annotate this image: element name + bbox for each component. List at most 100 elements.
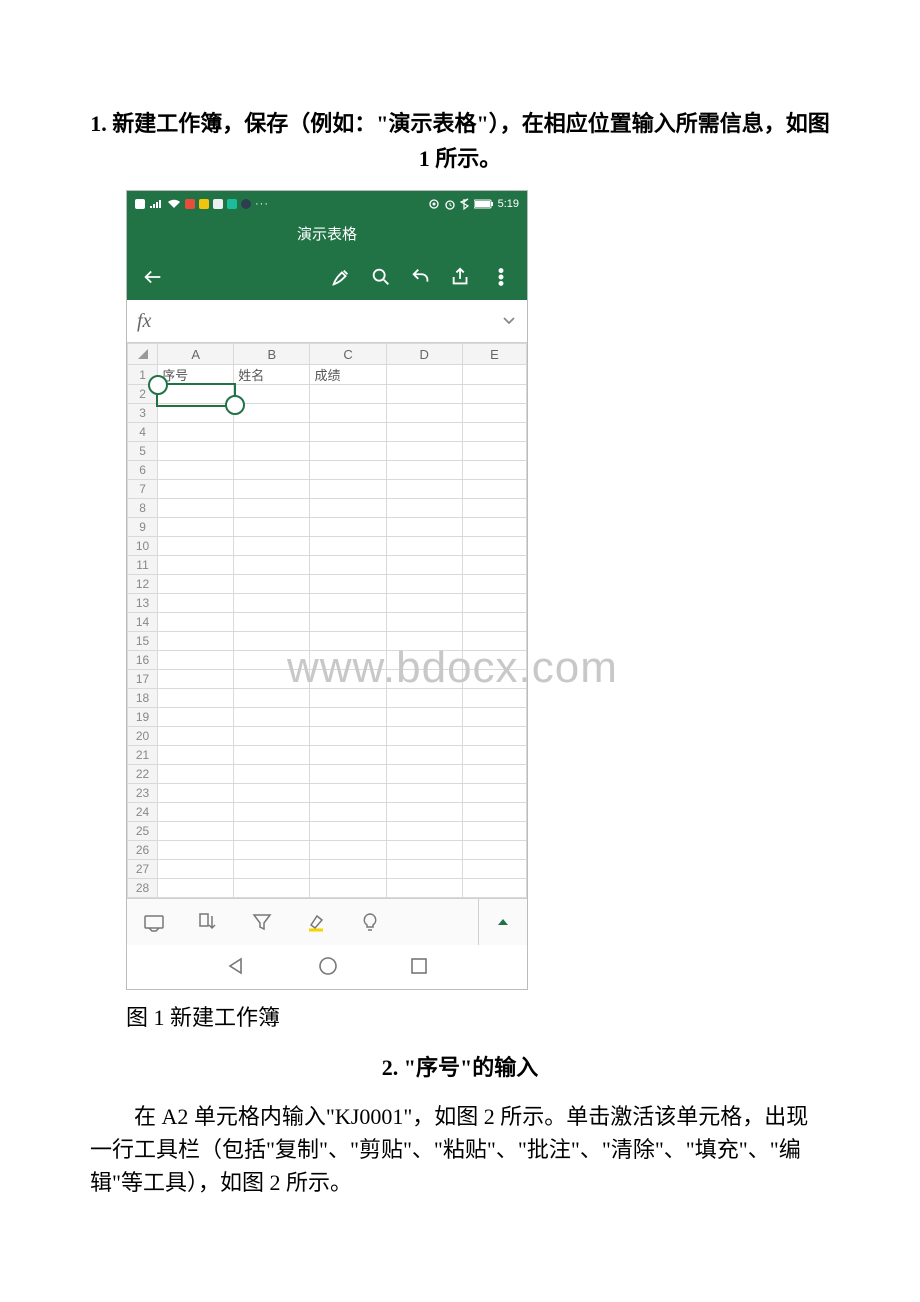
- cell[interactable]: [310, 442, 386, 461]
- cell[interactable]: [386, 822, 462, 841]
- cell[interactable]: [158, 689, 234, 708]
- cell[interactable]: [462, 841, 526, 860]
- cell[interactable]: [158, 841, 234, 860]
- row-header[interactable]: 28: [128, 879, 158, 898]
- cell[interactable]: [158, 651, 234, 670]
- cell[interactable]: [234, 404, 310, 423]
- col-header-E[interactable]: E: [462, 344, 526, 365]
- cell[interactable]: [386, 556, 462, 575]
- cell[interactable]: [310, 480, 386, 499]
- cell[interactable]: [158, 746, 234, 765]
- cell[interactable]: [234, 765, 310, 784]
- row-header[interactable]: 11: [128, 556, 158, 575]
- cell[interactable]: [234, 499, 310, 518]
- cell[interactable]: [310, 499, 386, 518]
- cell[interactable]: [386, 365, 462, 385]
- cell[interactable]: [158, 613, 234, 632]
- cell[interactable]: [310, 860, 386, 879]
- cell[interactable]: [234, 708, 310, 727]
- cell[interactable]: [386, 594, 462, 613]
- row-header[interactable]: 21: [128, 746, 158, 765]
- cell[interactable]: [310, 841, 386, 860]
- cell[interactable]: [234, 613, 310, 632]
- row-header[interactable]: 17: [128, 670, 158, 689]
- cell[interactable]: [462, 860, 526, 879]
- row-header[interactable]: 1: [128, 365, 158, 385]
- cell[interactable]: [234, 423, 310, 442]
- cell[interactable]: [310, 461, 386, 480]
- cell[interactable]: [310, 423, 386, 442]
- cell[interactable]: [158, 499, 234, 518]
- cell[interactable]: [234, 480, 310, 499]
- cell[interactable]: [310, 632, 386, 651]
- row-header[interactable]: 22: [128, 765, 158, 784]
- cell[interactable]: 成绩: [310, 365, 386, 385]
- nav-back[interactable]: [225, 955, 247, 980]
- cell[interactable]: [386, 689, 462, 708]
- cell[interactable]: [462, 442, 526, 461]
- row-header[interactable]: 27: [128, 860, 158, 879]
- cell[interactable]: [386, 404, 462, 423]
- cell[interactable]: [462, 556, 526, 575]
- cell[interactable]: [462, 499, 526, 518]
- spreadsheet-grid[interactable]: A B C D E 1序号姓名成绩23456789101112131415161…: [127, 343, 527, 898]
- cell[interactable]: [158, 765, 234, 784]
- cell[interactable]: [310, 879, 386, 898]
- row-header[interactable]: 12: [128, 575, 158, 594]
- cell[interactable]: [386, 385, 462, 404]
- cell[interactable]: [234, 803, 310, 822]
- cell[interactable]: [386, 632, 462, 651]
- cell[interactable]: [234, 784, 310, 803]
- row-header[interactable]: 18: [128, 689, 158, 708]
- cell[interactable]: [158, 860, 234, 879]
- cell[interactable]: [462, 575, 526, 594]
- cell[interactable]: [234, 841, 310, 860]
- nav-recent[interactable]: [409, 956, 429, 979]
- row-header[interactable]: 16: [128, 651, 158, 670]
- cell[interactable]: [158, 822, 234, 841]
- cell[interactable]: [158, 803, 234, 822]
- cell[interactable]: [462, 784, 526, 803]
- cell[interactable]: [310, 518, 386, 537]
- col-header-B[interactable]: B: [234, 344, 310, 365]
- cell[interactable]: [310, 746, 386, 765]
- cell[interactable]: [158, 670, 234, 689]
- cell[interactable]: [310, 537, 386, 556]
- cell[interactable]: [234, 518, 310, 537]
- row-header[interactable]: 7: [128, 480, 158, 499]
- cell[interactable]: [386, 765, 462, 784]
- cell[interactable]: [310, 594, 386, 613]
- cell[interactable]: [386, 708, 462, 727]
- nav-home[interactable]: [317, 955, 339, 980]
- row-header[interactable]: 14: [128, 613, 158, 632]
- row-header[interactable]: 3: [128, 404, 158, 423]
- cell[interactable]: [462, 879, 526, 898]
- cell[interactable]: [158, 784, 234, 803]
- cell[interactable]: [386, 537, 462, 556]
- more-button[interactable]: [481, 257, 521, 297]
- expand-ribbon-button[interactable]: [478, 899, 527, 945]
- cell[interactable]: [462, 708, 526, 727]
- cell[interactable]: [462, 594, 526, 613]
- cell[interactable]: [310, 385, 386, 404]
- cell[interactable]: [158, 708, 234, 727]
- row-header[interactable]: 8: [128, 499, 158, 518]
- cell[interactable]: [234, 594, 310, 613]
- cell[interactable]: [158, 594, 234, 613]
- cell[interactable]: [234, 461, 310, 480]
- cell[interactable]: [310, 784, 386, 803]
- cell[interactable]: [462, 480, 526, 499]
- cell[interactable]: [386, 442, 462, 461]
- share-button[interactable]: [441, 257, 481, 297]
- cell[interactable]: [234, 556, 310, 575]
- cell[interactable]: [386, 499, 462, 518]
- cell[interactable]: [462, 765, 526, 784]
- cell[interactable]: [234, 727, 310, 746]
- sheet-tabs-button[interactable]: [127, 899, 181, 945]
- cell[interactable]: [386, 727, 462, 746]
- cell[interactable]: [158, 442, 234, 461]
- row-header[interactable]: 26: [128, 841, 158, 860]
- cell[interactable]: [310, 689, 386, 708]
- row-header[interactable]: 23: [128, 784, 158, 803]
- cell[interactable]: [462, 803, 526, 822]
